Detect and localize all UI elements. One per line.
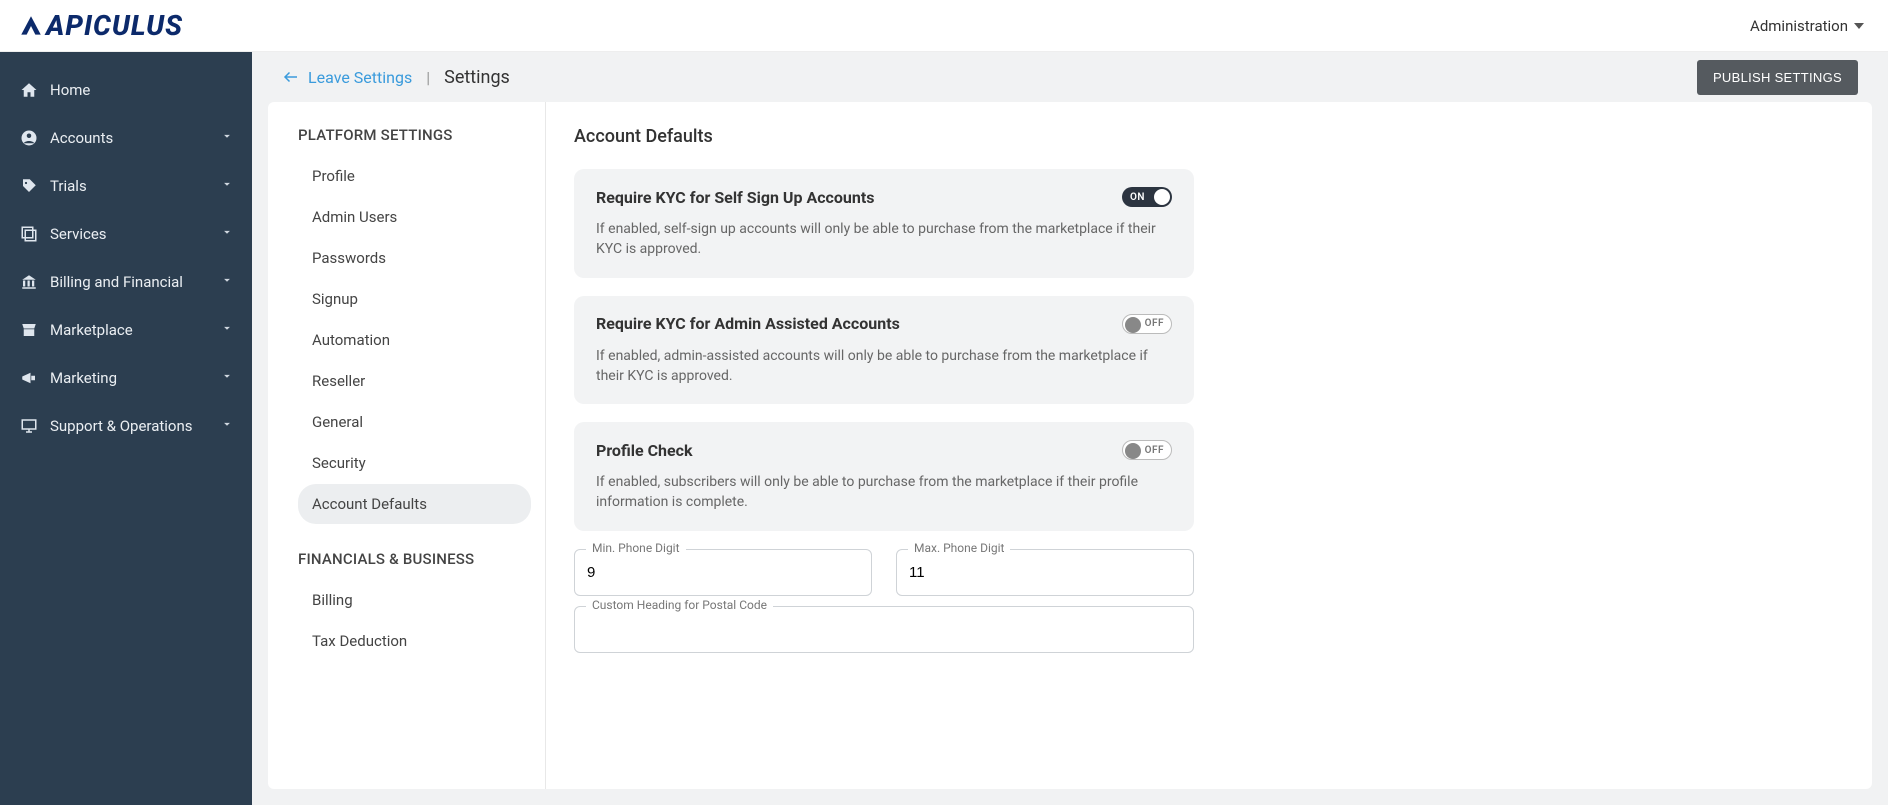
- sidebar-item-support[interactable]: Support & Operations: [0, 402, 252, 450]
- breadcrumb: Leave Settings | Settings: [282, 67, 510, 88]
- sidebar-item-label: Billing and Financial: [50, 273, 220, 291]
- card-title: Require KYC for Self Sign Up Accounts: [596, 188, 874, 207]
- chevron-down-icon: [220, 369, 234, 387]
- min-phone-input[interactable]: [574, 549, 872, 596]
- toggle-state-label: OFF: [1145, 318, 1164, 329]
- settings-body: Account Defaults Require KYC for Self Si…: [546, 102, 1872, 789]
- sidebar-item-label: Marketing: [50, 369, 220, 387]
- toggle-knob: [1125, 443, 1141, 459]
- nav-item-signup[interactable]: Signup: [298, 279, 531, 319]
- setting-card-profile-check: Profile Check OFF If enabled, subscriber…: [574, 422, 1194, 531]
- monitor-icon: [18, 417, 40, 435]
- content: Leave Settings | Settings PUBLISH SETTIN…: [252, 52, 1888, 805]
- nav-item-security[interactable]: Security: [298, 443, 531, 483]
- postal-heading-input[interactable]: [574, 606, 1194, 653]
- publish-settings-button[interactable]: PUBLISH SETTINGS: [1697, 60, 1858, 95]
- sidebar-item-billing[interactable]: Billing and Financial: [0, 258, 252, 306]
- setting-card-kyc-self-signup: Require KYC for Self Sign Up Accounts ON…: [574, 169, 1194, 278]
- sidebar-item-label: Accounts: [50, 129, 220, 147]
- sidebar-item-label: Marketplace: [50, 321, 220, 339]
- card-description: If enabled, subscribers will only be abl…: [596, 472, 1172, 513]
- chevron-down-icon: [220, 225, 234, 243]
- phone-digit-row: Min. Phone Digit Max. Phone Digit: [574, 549, 1194, 596]
- administration-label: Administration: [1750, 17, 1848, 35]
- leave-settings-link[interactable]: Leave Settings: [282, 68, 412, 87]
- nav-item-tax-deduction[interactable]: Tax Deduction: [298, 621, 531, 661]
- tag-icon: [18, 177, 40, 195]
- settings-group-title: FINANCIALS & BUSINESS: [298, 550, 531, 568]
- settings-panel: PLATFORM SETTINGS Profile Admin Users Pa…: [268, 102, 1872, 789]
- setting-card-kyc-admin-assisted: Require KYC for Admin Assisted Accounts …: [574, 296, 1194, 405]
- services-icon: [18, 225, 40, 243]
- toggle-kyc-admin-assisted[interactable]: OFF: [1122, 314, 1172, 334]
- min-phone-field: Min. Phone Digit: [574, 549, 872, 596]
- page-title: Settings: [444, 67, 510, 88]
- chevron-down-icon: [220, 129, 234, 147]
- card-title: Profile Check: [596, 441, 693, 460]
- nav-item-automation[interactable]: Automation: [298, 320, 531, 360]
- max-phone-input[interactable]: [896, 549, 1194, 596]
- sidebar-item-label: Services: [50, 225, 220, 243]
- nav-item-billing[interactable]: Billing: [298, 580, 531, 620]
- toggle-knob: [1125, 317, 1141, 333]
- toggle-knob: [1154, 189, 1170, 205]
- toggle-profile-check[interactable]: OFF: [1122, 440, 1172, 460]
- chevron-down-icon: [220, 177, 234, 195]
- topbar: APICULUS Administration: [0, 0, 1888, 52]
- bank-icon: [18, 273, 40, 291]
- sidebar-item-home[interactable]: Home: [0, 66, 252, 114]
- sidebar-item-marketing[interactable]: Marketing: [0, 354, 252, 402]
- account-icon: [18, 129, 40, 147]
- nav-item-admin-users[interactable]: Admin Users: [298, 197, 531, 237]
- arrow-left-icon: [282, 68, 300, 86]
- min-phone-label: Min. Phone Digit: [586, 541, 686, 555]
- sidebar: Home Accounts Trials Services Billing an…: [0, 52, 252, 805]
- sidebar-item-accounts[interactable]: Accounts: [0, 114, 252, 162]
- sidebar-item-label: Home: [50, 81, 234, 99]
- toggle-kyc-self-signup[interactable]: ON: [1122, 187, 1172, 207]
- administration-menu[interactable]: Administration: [1750, 17, 1864, 35]
- sidebar-item-label: Trials: [50, 177, 220, 195]
- settings-nav: PLATFORM SETTINGS Profile Admin Users Pa…: [268, 102, 546, 789]
- card-description: If enabled, self-sign up accounts will o…: [596, 219, 1172, 260]
- chevron-down-icon: [220, 321, 234, 339]
- nav-item-general[interactable]: General: [298, 402, 531, 442]
- nav-item-passwords[interactable]: Passwords: [298, 238, 531, 278]
- card-title: Require KYC for Admin Assisted Accounts: [596, 314, 900, 333]
- content-header: Leave Settings | Settings PUBLISH SETTIN…: [252, 52, 1888, 102]
- caret-down-icon: [1854, 23, 1864, 29]
- nav-item-profile[interactable]: Profile: [298, 156, 531, 196]
- settings-group-title: PLATFORM SETTINGS: [298, 126, 531, 144]
- sidebar-item-services[interactable]: Services: [0, 210, 252, 258]
- chevron-down-icon: [220, 417, 234, 435]
- store-icon: [18, 321, 40, 339]
- sidebar-item-marketplace[interactable]: Marketplace: [0, 306, 252, 354]
- toggle-state-label: OFF: [1145, 445, 1164, 456]
- megaphone-icon: [18, 369, 40, 387]
- sidebar-item-label: Support & Operations: [50, 417, 220, 435]
- chevron-down-icon: [220, 273, 234, 291]
- postal-heading-field: Custom Heading for Postal Code: [574, 606, 1194, 653]
- logo-mark-icon: [18, 13, 44, 39]
- nav-item-reseller[interactable]: Reseller: [298, 361, 531, 401]
- card-description: If enabled, admin-assisted accounts will…: [596, 346, 1172, 387]
- brand-logo: APICULUS: [18, 9, 183, 42]
- brand-text: APICULUS: [46, 9, 183, 42]
- max-phone-label: Max. Phone Digit: [908, 541, 1010, 555]
- max-phone-field: Max. Phone Digit: [896, 549, 1194, 596]
- nav-item-account-defaults[interactable]: Account Defaults: [298, 484, 531, 524]
- breadcrumb-separator: |: [426, 68, 430, 87]
- leave-settings-label: Leave Settings: [308, 68, 412, 87]
- section-title: Account Defaults: [574, 126, 1844, 147]
- sidebar-item-trials[interactable]: Trials: [0, 162, 252, 210]
- home-icon: [18, 81, 40, 99]
- toggle-state-label: ON: [1130, 192, 1145, 203]
- postal-heading-label: Custom Heading for Postal Code: [586, 598, 773, 612]
- main: Home Accounts Trials Services Billing an…: [0, 52, 1888, 805]
